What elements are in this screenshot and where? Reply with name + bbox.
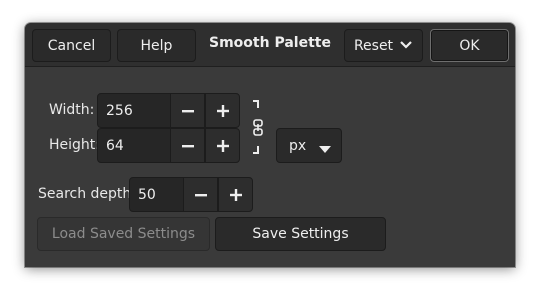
save-settings-button[interactable]: Save Settings	[215, 217, 386, 251]
chain-link-icon	[249, 100, 267, 162]
dialog-title: Smooth Palette	[209, 35, 331, 51]
search-depth-decrease-button[interactable]	[183, 177, 218, 212]
plus-icon	[216, 104, 230, 118]
height-decrease-button[interactable]	[170, 128, 205, 163]
reset-button-label: Reset	[353, 37, 394, 54]
width-increase-button[interactable]	[205, 93, 240, 128]
dropdown-arrow-icon	[319, 142, 331, 158]
width-label: Width:	[49, 102, 95, 118]
load-saved-settings-button[interactable]: Load Saved Settings	[37, 217, 210, 251]
height-increase-button[interactable]	[205, 128, 240, 163]
search-depth-label: Search depth	[38, 186, 132, 202]
height-label: Height:	[49, 137, 100, 153]
ok-button[interactable]: OK	[430, 29, 509, 62]
minus-icon	[194, 188, 208, 202]
plus-icon	[229, 188, 243, 202]
chevron-down-icon	[399, 38, 413, 54]
cancel-button[interactable]: Cancel	[32, 29, 111, 62]
smooth-palette-dialog: Cancel Help Smooth Palette Reset OK Widt…	[25, 23, 515, 267]
search-depth-input[interactable]: 50	[129, 177, 191, 212]
unit-select-value: px	[289, 137, 307, 154]
width-decrease-button[interactable]	[170, 93, 205, 128]
plus-icon	[216, 139, 230, 153]
unit-select[interactable]: px	[276, 128, 342, 163]
help-button[interactable]: Help	[117, 29, 196, 62]
header-bar: Cancel Help Smooth Palette Reset OK	[25, 23, 515, 67]
minus-icon	[181, 104, 195, 118]
reset-button[interactable]: Reset	[344, 29, 423, 62]
minus-icon	[181, 139, 195, 153]
chain-link-button[interactable]	[249, 98, 267, 158]
search-depth-increase-button[interactable]	[218, 177, 253, 212]
